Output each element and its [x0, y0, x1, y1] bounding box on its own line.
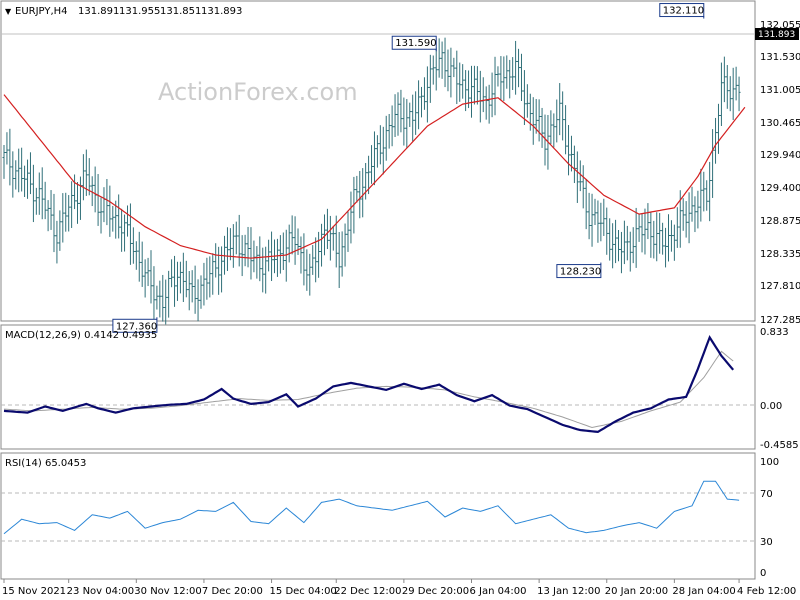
rsi-tick-label: 100 [760, 457, 779, 468]
x-tick-label: 4 Feb 12:00 [737, 586, 796, 597]
x-tick-label: 29 Dec 20:00 [402, 586, 469, 597]
price-y-axis: 132.055 131.530 131.005 130.465 129.940 … [760, 20, 800, 326]
x-tick-label: 7 Dec 20:00 [202, 586, 263, 597]
price-tick-label: 129.940 [760, 150, 800, 161]
annotation-label: 131.590 [395, 38, 436, 49]
price-tick-label: 127.285 [760, 315, 800, 326]
watermark-text: ActionForex.com [158, 78, 358, 106]
x-axis: 15 Nov 2021 23 Nov 04:00 30 Nov 12:00 7 Dec… [2, 579, 796, 597]
price-title-marker: ▼ [5, 7, 12, 16]
price-panel [0, 0, 756, 322]
x-tick-label: 6 Jan 04:00 [469, 586, 526, 597]
price-tick-label: 130.465 [760, 118, 800, 129]
macd-tick-label: 0.00 [760, 401, 782, 412]
ohlc-open: 131.891 [78, 6, 119, 17]
x-tick-label: 30 Nov 12:00 [134, 586, 201, 597]
current-price-value: 131.893 [758, 30, 795, 40]
macd-tick-label: 0.833 [760, 327, 789, 338]
rsi-tick-label: 0 [760, 568, 766, 579]
ohlc-close: 131.893 [201, 6, 242, 17]
price-tick-label: 129.400 [760, 183, 800, 194]
price-tick-label: 128.875 [760, 216, 800, 227]
price-tick-label: 131.005 [760, 85, 800, 96]
x-tick-label: 28 Jan 04:00 [672, 586, 735, 597]
price-tick-label: 127.810 [760, 281, 800, 292]
ohlc-low: 131.851 [160, 6, 201, 17]
chart-root: ActionForex.com ▼ EURJPY,H4 131.891 131.… [0, 0, 800, 597]
macd-tick-label: -0.4585 [760, 440, 799, 451]
x-tick-label: 15 Dec 04:00 [270, 586, 337, 597]
x-tick-label: 23 Nov 04:00 [67, 586, 134, 597]
price-tick-label: 131.530 [760, 52, 800, 63]
x-tick-label: 20 Jan 20:00 [605, 586, 668, 597]
x-tick-label: 15 Nov 2021 [2, 586, 66, 597]
x-tick-label: 13 Jan 12:00 [537, 586, 600, 597]
ohlc-high: 131.955 [119, 6, 160, 17]
price-tick-label: 128.335 [760, 249, 800, 260]
rsi-title: RSI(14) 65.0453 [5, 458, 86, 469]
macd-title: MACD(12,26,9) 0.4142 0.4935 [5, 330, 157, 341]
annotation-label: 128.230 [560, 267, 601, 278]
rsi-tick-label: 30 [760, 537, 773, 548]
annotation-label: 132.110 [663, 6, 704, 17]
x-tick-label: 22 Dec 12:00 [334, 586, 401, 597]
rsi-tick-label: 70 [760, 489, 773, 500]
price-title: EURJPY,H4 [15, 6, 68, 17]
